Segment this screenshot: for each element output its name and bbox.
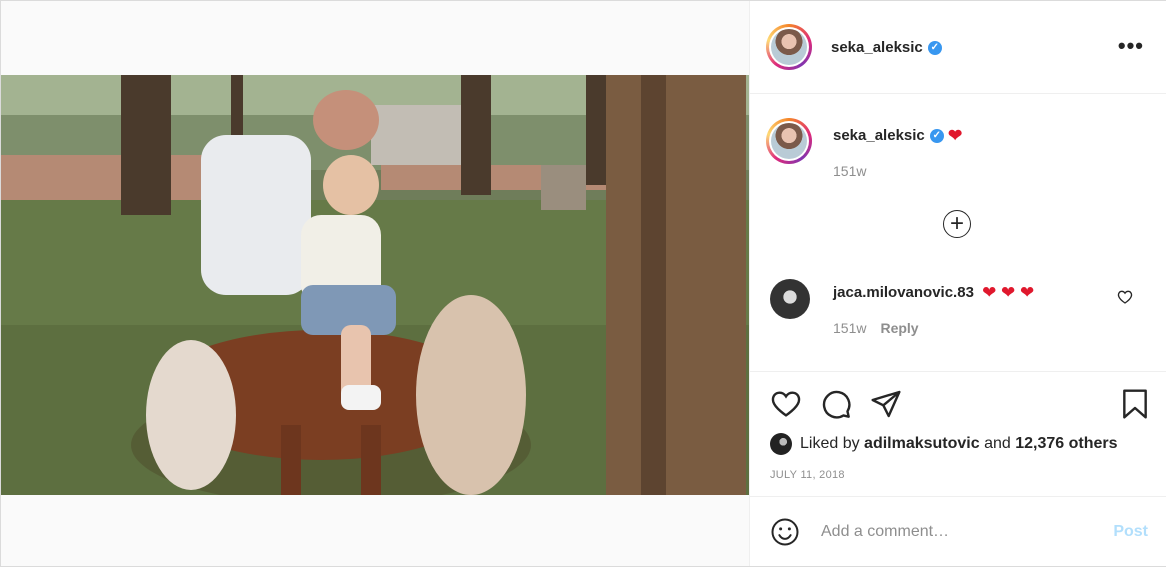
verified-badge-icon: ✓ <box>927 41 942 56</box>
post-sidebar: seka_aleksic ✓ ••• seka_aleksic ✓ ❤ 151w +… <box>749 1 1166 566</box>
media-area <box>1 1 749 566</box>
post-comment-button[interactable]: Post <box>1113 523 1148 541</box>
post-header: seka_aleksic ✓ ••• <box>750 1 1166 94</box>
send-icon[interactable] <box>870 388 902 420</box>
post-photo[interactable] <box>1 75 749 495</box>
caption-time[interactable]: 151w <box>833 163 866 179</box>
verified-badge-icon: ✓ <box>929 129 944 143</box>
reply-button[interactable]: Reply <box>880 320 918 336</box>
post-date[interactable]: JULY 11, 2018 <box>770 469 845 481</box>
comment-username[interactable]: jaca.milovanovic.83 <box>833 284 974 301</box>
comment-icon[interactable] <box>820 388 852 420</box>
likes-summary: Liked by adilmaksutovic and 12,376 other… <box>770 433 1118 455</box>
comment-text: ❤ ❤ ❤ <box>982 283 1035 302</box>
likes-count[interactable]: 12,376 others <box>1015 435 1117 452</box>
comment-meta: 151w Reply <box>833 320 919 336</box>
more-options-icon[interactable]: ••• <box>1118 35 1144 57</box>
comment-box: Add a comment… Post <box>750 496 1166 567</box>
author-username-text[interactable]: seka_aleksic <box>831 39 923 56</box>
comment-row: jaca.milovanovic.83 ❤ ❤ ❤ <box>833 283 1034 303</box>
photo-illustration <box>1 75 749 495</box>
author-avatar[interactable] <box>766 24 812 70</box>
caption-avatar[interactable] <box>766 118 812 164</box>
smiley-icon[interactable] <box>770 517 800 547</box>
comment-like-icon[interactable] <box>1117 289 1133 305</box>
comment-avatar[interactable] <box>770 279 810 319</box>
caption-username-text[interactable]: seka_aleksic <box>833 127 925 144</box>
likes-prefix: Liked by <box>800 435 865 453</box>
bookmark-icon[interactable] <box>1120 388 1150 420</box>
caption-heart-emoji: ❤ <box>947 126 963 145</box>
liker-username[interactable]: adilmaksutovic <box>864 435 980 452</box>
post-dialog: seka_aleksic ✓ ••• seka_aleksic ✓ ❤ 151w +… <box>0 0 1166 567</box>
plus-circle-icon[interactable]: + <box>943 210 971 238</box>
caption-username[interactable]: seka_aleksic ✓ ❤ <box>833 126 962 146</box>
comment-input[interactable]: Add a comment… <box>821 523 949 541</box>
liker-avatar[interactable] <box>770 433 792 455</box>
author-username[interactable]: seka_aleksic ✓ <box>831 39 942 56</box>
likes-middle: and <box>979 435 1016 453</box>
comment-time[interactable]: 151w <box>833 320 866 336</box>
heart-icon[interactable] <box>770 388 802 420</box>
